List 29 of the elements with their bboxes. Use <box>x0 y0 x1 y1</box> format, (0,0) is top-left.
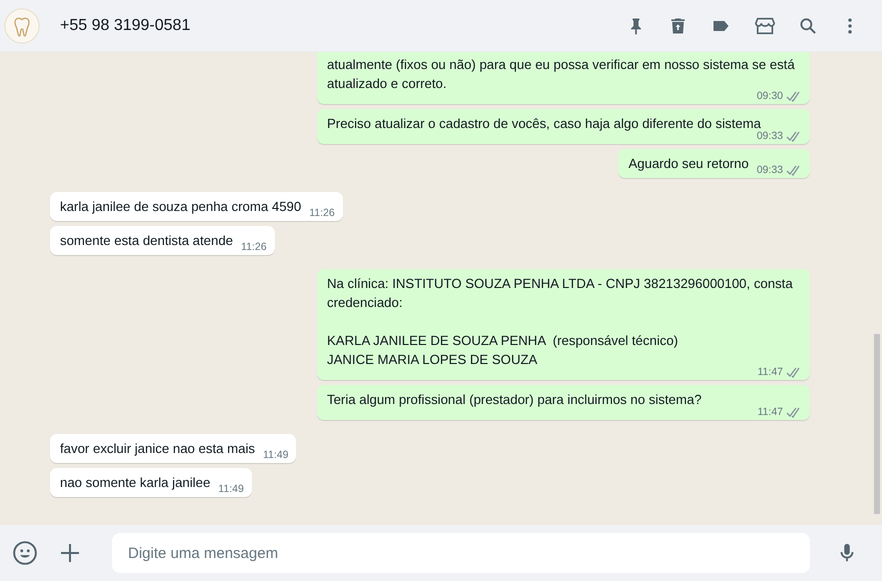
message-text: atualmente (fixos ou não) para que eu possa verificar em nosso sistema se está atualizado e correto. <box>327 56 796 92</box>
message-time: 09:33 <box>756 129 783 143</box>
message-time: 11:26 <box>241 240 267 254</box>
message-time: 11:47 <box>758 405 783 419</box>
message-text: Aguardo seu retorno <box>628 155 749 173</box>
message-text: Preciso atualizar o cadastro de vocês, caso haja algo diferente do sistema <box>327 115 762 132</box>
message-text: Na clínica: INSTITUTO SOUZA PENHA LTDA - CNPJ 38213296000100, consta credenciado: KARLA JANILEE DE SOUZA PENHA (responsável técnico) JANICE MARIA LOPES DE SOUZA <box>327 275 794 368</box>
message-time: 09:30 <box>756 89 783 103</box>
message-time: 11:26 <box>309 206 335 220</box>
message-text: karla janilee de souza penha croma 4590 <box>60 198 302 216</box>
message-input[interactable]: Digite uma mensagem <box>112 533 810 573</box>
message-time: 11:49 <box>218 482 244 496</box>
message-text: Teria algum profissional (prestador) para incluirmos no sistema? <box>327 391 703 409</box>
message-time: 11:49 <box>262 448 288 462</box>
plus-icon[interactable] <box>58 541 82 565</box>
message-time: 09:33 <box>756 163 783 177</box>
scrollbar[interactable] <box>874 334 880 514</box>
double-check-icon <box>786 130 802 142</box>
double-check-icon <box>786 90 802 102</box>
message-time: 11:47 <box>758 365 783 379</box>
double-check-icon <box>786 366 802 378</box>
contact-name: +55 98 3199-0581 <box>60 16 192 34</box>
message-text: somente esta dentista atende <box>60 232 234 250</box>
double-check-icon <box>786 164 802 176</box>
search-icon[interactable] <box>798 16 818 36</box>
emoji-icon[interactable] <box>12 540 38 566</box>
double-check-icon <box>786 406 802 418</box>
message-text: favor excluir janice nao esta mais <box>60 440 255 458</box>
message-text: nao somente karla janilee <box>60 474 210 492</box>
